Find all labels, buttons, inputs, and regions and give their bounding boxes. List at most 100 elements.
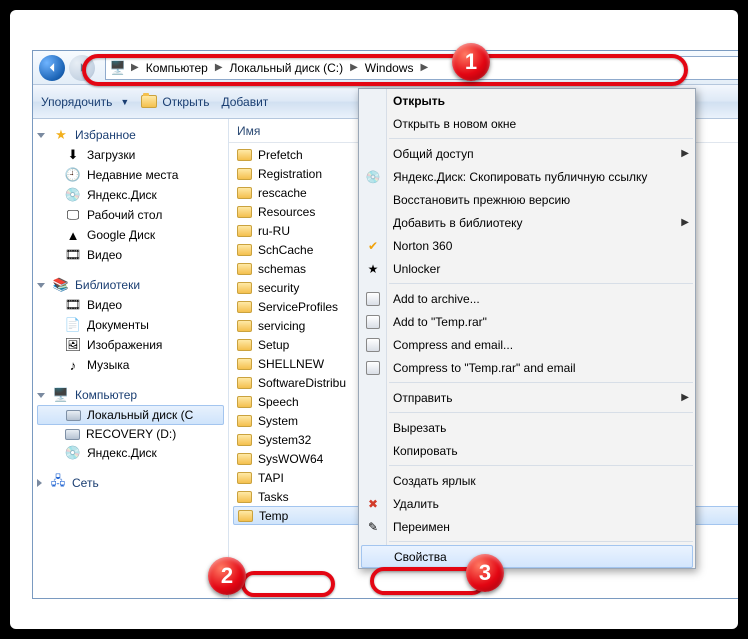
forward-button[interactable]: [69, 55, 95, 81]
collapse-icon: [37, 283, 45, 288]
context-menu-item[interactable]: ✖ Удалить: [359, 492, 695, 515]
sidebar-item[interactable]: ▲Google Диск: [33, 225, 228, 245]
folder-icon: [237, 377, 252, 389]
chevron-right-icon[interactable]: ▶: [347, 62, 361, 73]
breadcrumb-item[interactable]: Локальный диск (C:): [228, 61, 346, 75]
folder-icon: [237, 187, 252, 199]
folder-name: TAPI: [258, 471, 284, 485]
sidebar-item[interactable]: 💿Яндекс.Диск: [33, 185, 228, 205]
drive-icon: [66, 410, 81, 421]
address-bar[interactable]: 🖥️ ▶ Компьютер ▶ Локальный диск (C:) ▶ W…: [105, 56, 738, 80]
chevron-right-icon[interactable]: ▶: [417, 62, 431, 73]
sidebar-group-network[interactable]: 🖧 Сеть: [33, 473, 228, 493]
folder-name: SchCache: [258, 243, 313, 257]
folder-icon: [238, 510, 253, 522]
context-menu-item[interactable]: ✔Norton 360: [359, 234, 695, 257]
star-icon: ★: [53, 127, 69, 143]
folder-icon: [237, 320, 252, 332]
winrar-icon: [365, 291, 381, 307]
folder-name: servicing: [258, 319, 305, 333]
context-menu-label: Яндекс.Диск: Скопировать публичную ссылк…: [393, 170, 647, 184]
sidebar-item-label: Локальный диск (C: [87, 408, 193, 422]
folder-name: Resources: [258, 205, 315, 219]
chevron-down-icon: ▼: [117, 97, 129, 107]
chevron-right-icon[interactable]: ▶: [128, 62, 142, 73]
winrar-icon: [365, 314, 381, 330]
context-menu-item[interactable]: Создать ярлык: [359, 469, 695, 492]
sidebar-header-label: Библиотеки: [75, 278, 140, 292]
sidebar-item-label: Изображения: [87, 338, 162, 352]
context-menu-item[interactable]: Вырезать: [359, 416, 695, 439]
sidebar-group-computer[interactable]: 🖥️ Компьютер: [33, 385, 228, 405]
folder-name: System: [258, 414, 298, 428]
sidebar-header-label: Сеть: [72, 476, 99, 490]
chevron-right-icon[interactable]: ▶: [212, 62, 226, 73]
sidebar-item-label: Музыка: [87, 358, 129, 372]
open-button[interactable]: Открыть: [141, 95, 209, 109]
breadcrumb-item[interactable]: Компьютер: [144, 61, 210, 75]
add-to-library-button[interactable]: Добавит: [221, 95, 268, 109]
folder-name: Registration: [258, 167, 322, 181]
folder-name: rescache: [258, 186, 307, 200]
context-menu-label: Удалить: [393, 497, 439, 511]
context-menu-item[interactable]: Отправить▶: [359, 386, 695, 409]
pictures-icon: 🖼: [65, 337, 81, 353]
winrar-icon: [365, 337, 381, 353]
video-icon: 🎞: [65, 297, 81, 313]
context-menu-label: Добавить в библиотеку: [393, 216, 523, 230]
sidebar-item-label: Загрузки: [87, 148, 135, 162]
context-menu-item[interactable]: Открыть в новом окне: [359, 112, 695, 135]
drive-icon: [65, 429, 80, 440]
context-menu-item[interactable]: Общий доступ▶: [359, 142, 695, 165]
sidebar-item[interactable]: 🖼 Изображения: [33, 335, 228, 355]
norton-icon: ✔: [365, 238, 381, 254]
context-menu-item[interactable]: Compress and email...: [359, 333, 695, 356]
context-menu-item[interactable]: Compress to "Temp.rar" and email: [359, 356, 695, 379]
sidebar-item[interactable]: 🖵 Рабочий стол: [33, 205, 228, 225]
sidebar-item[interactable]: 📄Документы: [33, 315, 228, 335]
folder-icon: [237, 301, 252, 313]
context-menu-item[interactable]: Добавить в библиотеку▶: [359, 211, 695, 234]
folder-name: security: [258, 281, 299, 295]
context-menu-item[interactable]: Восстановить прежнюю версию: [359, 188, 695, 211]
context-menu-item[interactable]: Свойства: [361, 545, 693, 568]
desktop-icon: 🖵: [65, 207, 81, 223]
folder-icon: [237, 415, 252, 427]
sidebar-item-label: Видео: [87, 248, 122, 262]
sidebar-item[interactable]: 🎞Видео: [33, 245, 228, 265]
folder-name: System32: [258, 433, 311, 447]
sidebar-item[interactable]: Локальный диск (C: [37, 405, 224, 425]
sidebar-item[interactable]: ♪Музыка: [33, 355, 228, 375]
submenu-arrow-icon: ▶: [681, 392, 689, 403]
folder-icon: [237, 434, 252, 446]
folder-name: SHELLNEW: [258, 357, 324, 371]
sidebar-item[interactable]: RECOVERY (D:): [33, 425, 228, 443]
context-menu-item[interactable]: ✎Переимен: [359, 515, 695, 538]
navigation-pane: ★ Избранное ⬇Загрузки🕘Недавние места💿Янд…: [33, 119, 229, 598]
sidebar-item[interactable]: 🕘Недавние места: [33, 165, 228, 185]
collapse-icon: [37, 393, 45, 398]
organize-button[interactable]: Упорядочить ▼: [41, 95, 129, 109]
folder-icon: [237, 244, 252, 256]
context-menu-item[interactable]: Add to archive...: [359, 287, 695, 310]
folder-icon: [237, 339, 252, 351]
rename-icon: ✎: [365, 519, 381, 535]
delete-icon: ✖: [365, 496, 381, 512]
folder-name: schemas: [258, 262, 306, 276]
back-button[interactable]: [39, 55, 65, 81]
sidebar-item[interactable]: 🎞Видео: [33, 295, 228, 315]
sidebar-item-label: Рабочий стол: [87, 208, 162, 222]
folder-name: Temp: [259, 509, 288, 523]
sidebar-group-favorites[interactable]: ★ Избранное: [33, 125, 228, 145]
sidebar-group-libraries[interactable]: 📚 Библиотеки: [33, 275, 228, 295]
context-menu-item[interactable]: Открыть: [359, 89, 695, 112]
context-menu-item[interactable]: 💿Яндекс.Диск: Скопировать публичную ссыл…: [359, 165, 695, 188]
context-menu-item[interactable]: Копировать: [359, 439, 695, 462]
sidebar-item[interactable]: 💿Яндекс.Диск: [33, 443, 228, 463]
breadcrumb-item[interactable]: Windows: [363, 61, 416, 75]
folder-name: Speech: [258, 395, 299, 409]
context-menu-item[interactable]: Add to "Temp.rar": [359, 310, 695, 333]
winrar-icon: [365, 360, 381, 376]
context-menu-item[interactable]: ★Unlocker: [359, 257, 695, 280]
sidebar-item[interactable]: ⬇Загрузки: [33, 145, 228, 165]
